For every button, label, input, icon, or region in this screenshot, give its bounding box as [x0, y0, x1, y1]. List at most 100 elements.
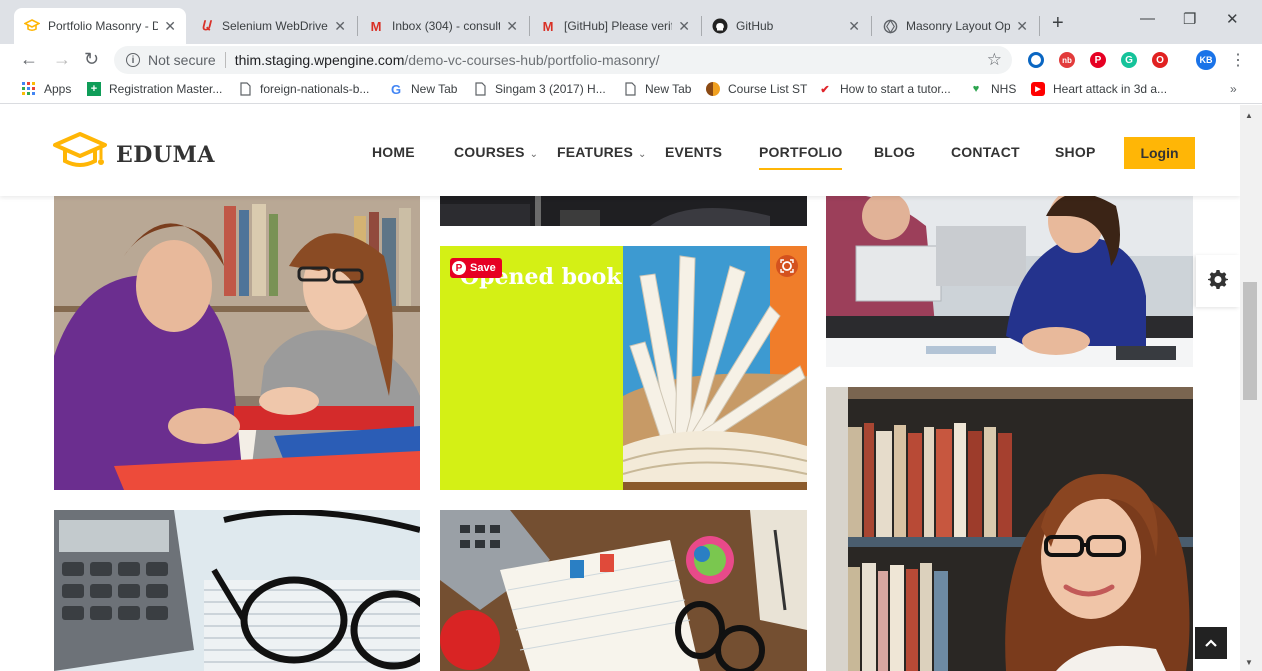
- close-icon[interactable]: ✕: [164, 18, 176, 35]
- grammarly-icon[interactable]: G: [1121, 52, 1137, 68]
- bookmark-label: How to start a tutor...: [840, 82, 951, 96]
- tab-masonry-layout[interactable]: Masonry Layout Opt ✕: [872, 8, 1038, 44]
- pinterest-icon: P: [452, 261, 466, 275]
- tab-strip: Portfolio Masonry - D ✕ Ա Selenium WebDr…: [0, 0, 1262, 44]
- tab-selenium[interactable]: Ա Selenium WebDriver ✕: [188, 8, 356, 44]
- bookmark-nhs[interactable]: ♥ NHS: [969, 82, 1017, 96]
- tab-portfolio-masonry[interactable]: Portfolio Masonry - D ✕: [14, 8, 186, 44]
- login-button[interactable]: Login: [1124, 137, 1195, 169]
- bookmark-label: NHS: [991, 82, 1017, 96]
- adblock-icon[interactable]: O: [1152, 52, 1168, 68]
- portfolio-item-opened-book[interactable]: P Save Opened book: [440, 246, 807, 490]
- back-arrow-icon[interactable]: ←: [20, 49, 38, 70]
- nav-events[interactable]: EVENTS: [665, 144, 722, 160]
- bookmark-heart-attack[interactable]: ▶ Heart attack in 3d a...: [1031, 82, 1167, 96]
- bookmark-course-list[interactable]: Course List ST: [706, 82, 807, 96]
- tab-title: [GitHub] Please verif: [564, 19, 673, 33]
- nav-contact[interactable]: CONTACT: [951, 144, 1020, 160]
- bookmark-label: foreign-nationals-b...: [260, 82, 370, 96]
- browser-toolbar: ← → ↻ i Not secure thim.staging.wpengine…: [0, 44, 1262, 76]
- close-icon[interactable]: ✕: [678, 18, 690, 35]
- nav-portfolio[interactable]: PORTFOLIO: [759, 144, 843, 170]
- tab-github[interactable]: GitHub ✕: [702, 8, 870, 44]
- back-to-top-button[interactable]: [1195, 627, 1227, 659]
- omnibox-divider: [224, 52, 226, 68]
- bookmarks-overflow-icon[interactable]: »: [1230, 82, 1237, 96]
- pinterest-save-button[interactable]: P Save: [450, 258, 502, 278]
- bookmark-label: Registration Master...: [109, 82, 223, 96]
- site-header: EDUMA HOME COURSES ⌄ FEATURES ⌄ EVENTS POR…: [0, 105, 1240, 196]
- bookmark-new-tab[interactable]: New Tab: [623, 82, 691, 96]
- globe-icon: [882, 18, 898, 34]
- page-icon: [238, 82, 252, 96]
- bookmark-tutor[interactable]: ✔ How to start a tutor...: [818, 82, 951, 96]
- portfolio-item-classroom[interactable]: [826, 196, 1193, 367]
- address-bar[interactable]: i Not secure thim.staging.wpengine.com /…: [114, 46, 1012, 74]
- nav-label: FEATURES: [557, 144, 634, 160]
- portfolio-item-library-woman[interactable]: [826, 387, 1193, 671]
- desk-flatlay-image: [440, 510, 807, 671]
- nav-courses[interactable]: COURSES ⌄: [454, 144, 538, 160]
- reload-icon[interactable]: ↻: [84, 49, 99, 70]
- scroll-up-arrow-icon[interactable]: ▲: [1245, 111, 1253, 120]
- minimize-icon[interactable]: —: [1140, 10, 1155, 27]
- nav-blog[interactable]: BLOG: [874, 144, 915, 160]
- site-logo[interactable]: EDUMA: [52, 131, 215, 178]
- close-icon[interactable]: ✕: [1016, 18, 1028, 35]
- extension-red-icon[interactable]: nb: [1059, 52, 1075, 68]
- close-icon[interactable]: ✕: [506, 18, 518, 35]
- shield-green-icon: ♥: [972, 83, 980, 95]
- expand-icon[interactable]: [776, 255, 798, 277]
- tab-title: Selenium WebDriver: [222, 19, 329, 33]
- bookmark-singam[interactable]: Singam 3 (2017) H...: [473, 82, 606, 96]
- tab-title: Inbox (304) - consult: [392, 19, 501, 33]
- bookmark-apps[interactable]: Apps: [22, 82, 71, 96]
- bookmark-label: Course List ST: [728, 82, 808, 96]
- settings-gear-button[interactable]: [1196, 255, 1240, 307]
- tab-title: GitHub: [736, 19, 774, 33]
- window-close-icon[interactable]: ✕: [1226, 10, 1239, 28]
- chevron-down-icon: ⌄: [529, 149, 539, 160]
- bookmark-foreign-nationals[interactable]: foreign-nationals-b...: [238, 82, 369, 96]
- new-tab-button[interactable]: +: [1052, 12, 1064, 35]
- close-icon[interactable]: ✕: [334, 18, 346, 35]
- page-icon: [623, 82, 637, 96]
- logo-text: EDUMA: [116, 141, 215, 168]
- portfolio-item-calculator[interactable]: [54, 510, 420, 671]
- profile-avatar[interactable]: KB: [1196, 50, 1216, 70]
- scroll-down-arrow-icon[interactable]: ▼: [1245, 658, 1253, 667]
- forward-arrow-icon[interactable]: →: [53, 49, 71, 70]
- bookmark-label: Apps: [44, 82, 72, 96]
- chevron-up-icon: [1205, 634, 1217, 652]
- library-woman-image: [826, 387, 1193, 671]
- nav-features[interactable]: FEATURES ⌄: [557, 144, 647, 160]
- tab-separator: [1039, 16, 1040, 36]
- bookmark-registration[interactable]: + Registration Master...: [87, 82, 222, 96]
- menu-kebab-icon[interactable]: ⋮: [1230, 50, 1246, 70]
- scrollbar-thumb[interactable]: [1243, 282, 1257, 400]
- tab-title: Portfolio Masonry - D: [48, 19, 159, 33]
- bookmark-star-icon[interactable]: ☆: [987, 50, 1002, 70]
- portfolio-item-students-studying[interactable]: [54, 196, 420, 490]
- restore-icon[interactable]: ❐: [1183, 10, 1196, 28]
- laptop-dark-image: [440, 196, 807, 226]
- bookmark-new-tab-google[interactable]: G New Tab: [389, 82, 458, 97]
- students-studying-image: [54, 196, 420, 490]
- bookmarks-bar: Apps + Registration Master... foreign-na…: [0, 76, 1262, 104]
- tab-gmail-inbox[interactable]: M Inbox (304) - consult ✕: [358, 8, 528, 44]
- pinterest-icon[interactable]: P: [1090, 52, 1106, 68]
- tab-github-verify[interactable]: M [GitHub] Please verif ✕: [530, 8, 700, 44]
- close-icon[interactable]: ✕: [848, 18, 860, 35]
- bookmark-label: New Tab: [645, 82, 692, 96]
- nav-home[interactable]: HOME: [372, 144, 415, 160]
- info-icon[interactable]: i: [126, 53, 140, 67]
- portfolio-item-laptop-dark[interactable]: [440, 196, 807, 226]
- extension-ring-icon[interactable]: [1028, 52, 1044, 68]
- bookmark-label: Singam 3 (2017) H...: [495, 82, 606, 96]
- portfolio-item-desk[interactable]: [440, 510, 807, 671]
- nav-shop[interactable]: SHOP: [1055, 144, 1095, 160]
- brown-circle-icon: [706, 82, 720, 96]
- eduma-cap-icon: [24, 18, 40, 34]
- url-path: /demo-vc-courses-hub/portfolio-masonry/: [404, 52, 660, 68]
- gmail-icon: M: [542, 18, 554, 34]
